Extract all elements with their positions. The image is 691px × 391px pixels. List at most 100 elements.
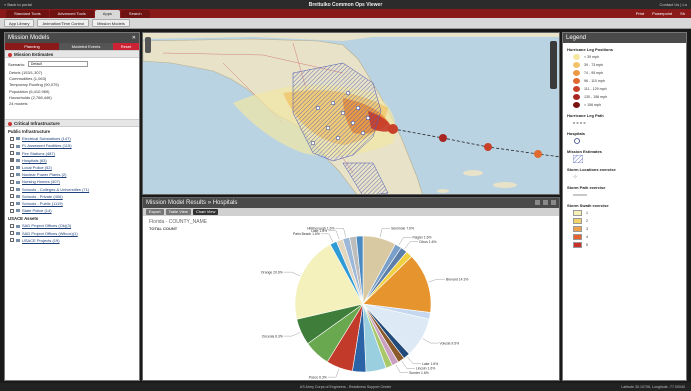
- layer-item[interactable]: Hospitals (63): [5, 157, 139, 164]
- estimate-line: 24 models: [9, 101, 28, 107]
- share-button[interactable]: Sh: [680, 11, 685, 16]
- export-button[interactable]: Export: [146, 209, 164, 215]
- pie-leader-line: [320, 233, 334, 243]
- table-view-button[interactable]: Table View: [165, 209, 191, 215]
- layer-item[interactable]: Schools - Colleges & Universities (71): [5, 186, 139, 193]
- layer-checkbox[interactable]: [10, 231, 14, 236]
- map-view[interactable]: [142, 32, 560, 195]
- layer-label[interactable]: SAD Project Offices (Ok)(3): [22, 222, 71, 229]
- estimates-legend-swatch: [563, 155, 686, 163]
- layer-label[interactable]: Hospitals (63): [22, 157, 47, 164]
- layer-item[interactable]: SAD Project Offices (Wilcox)(1): [5, 230, 139, 237]
- pie-slice-label: Citrus 1.6%: [419, 240, 437, 244]
- layer-item[interactable]: State Police (14): [5, 207, 139, 214]
- layer-checkbox[interactable]: [10, 201, 14, 206]
- layer-label[interactable]: State Police (14): [22, 207, 52, 214]
- legend-row: 3: [563, 225, 686, 233]
- minimize-icon[interactable]: [535, 200, 540, 205]
- powerpoint-button[interactable]: Powerpoint: [652, 11, 672, 16]
- scenario-select[interactable]: Default: [27, 61, 88, 67]
- critical-infrastructure-header[interactable]: Critical Infrastructure: [5, 119, 139, 128]
- pie-leader-line: [407, 356, 422, 364]
- maximize-icon[interactable]: [543, 200, 548, 205]
- public-infrastructure-label: Public Infrastructure: [8, 129, 51, 135]
- layer-checkbox[interactable]: [10, 158, 14, 163]
- reset-button[interactable]: Reset: [113, 43, 139, 50]
- layer-label[interactable]: FL Assessed Facilities (115): [22, 142, 72, 149]
- tab-standard-tools[interactable]: Standard Tools: [6, 9, 49, 18]
- collapse-icon: [8, 122, 12, 127]
- layer-checkbox[interactable]: [10, 208, 14, 213]
- animation-control-button[interactable]: Animation/Time Control: [37, 19, 90, 27]
- legend-row: 4: [563, 233, 686, 241]
- pie-leader-line: [335, 228, 347, 238]
- layer-checkbox[interactable]: [10, 136, 14, 141]
- tab-actions: Print Powerpoint Sh: [636, 11, 691, 16]
- pie-slice-label: Volusia 9.5%: [440, 341, 460, 345]
- layer-checkbox[interactable]: [10, 180, 14, 185]
- layer-item[interactable]: USACE Projects (19): [5, 237, 139, 244]
- legend-label: 5: [586, 243, 588, 247]
- pie-slice-label: Flagler 1.6%: [413, 236, 432, 240]
- layer-label[interactable]: Schools - Private (406): [22, 193, 63, 200]
- tab-search[interactable]: Search: [120, 9, 150, 18]
- layer-label[interactable]: Local Police (52): [22, 164, 52, 171]
- layer-item[interactable]: Nuclear Power Plants (2): [5, 171, 139, 178]
- layer-checkbox[interactable]: [10, 144, 14, 149]
- layer-item[interactable]: Fire Stations (487): [5, 150, 139, 157]
- print-button[interactable]: Print: [636, 11, 644, 16]
- tab-advanced-tools[interactable]: Advanced Tools: [49, 9, 94, 18]
- legend-row: 111 - 129 mph: [563, 85, 686, 93]
- layer-label[interactable]: Nuclear Power Plants (2): [22, 171, 66, 178]
- chart-view-button[interactable]: Chart View: [192, 209, 219, 215]
- layer-item[interactable]: Electrical Substations (147): [5, 135, 139, 142]
- app-library-button[interactable]: App Library: [4, 19, 35, 27]
- layer-checkbox[interactable]: [10, 172, 14, 177]
- layer-label[interactable]: Electrical Substations (147): [22, 135, 71, 142]
- layer-item[interactable]: SAD Project Offices (Ok)(3): [5, 222, 139, 229]
- pie-slice-label: Osceola 6.3%: [262, 334, 283, 338]
- pie-leader-line: [401, 360, 415, 369]
- layer-label[interactable]: SAD Project Offices (Wilcox)(1): [22, 230, 78, 237]
- layer-item[interactable]: Local Police (52): [5, 164, 139, 171]
- layer-item[interactable]: Schools - Private (406): [5, 193, 139, 200]
- layer-checkbox[interactable]: [10, 165, 14, 170]
- close-icon[interactable]: ✕: [132, 33, 136, 43]
- tab-planning[interactable]: Planning: [5, 43, 59, 50]
- layer-checkbox[interactable]: [10, 194, 14, 199]
- legend-label: 39 - 73 mph: [584, 63, 604, 67]
- layer-label[interactable]: Nursing Homes (407): [22, 178, 60, 185]
- results-title-bar: Mission Model Results » Hospitals: [143, 198, 559, 208]
- swatch-icon: [573, 234, 582, 240]
- layer-checkbox[interactable]: [10, 224, 14, 229]
- swatch-icon: [573, 218, 582, 224]
- layer-label[interactable]: Fire Stations (487): [22, 150, 55, 157]
- layer-item[interactable]: FL Assessed Facilities (115): [5, 142, 139, 149]
- pie-slice-label: Lake 1.6%: [422, 362, 438, 366]
- layer-checkbox[interactable]: [10, 151, 14, 156]
- layer-label[interactable]: Schools - Public (1119): [22, 200, 63, 207]
- tab-apps[interactable]: Apps: [94, 9, 120, 18]
- storm-swath-header: Storm Swath exercise: [567, 203, 609, 208]
- layer-label[interactable]: USACE Projects (19): [22, 237, 60, 244]
- layer-label[interactable]: Schools - Colleges & Universities (71): [22, 186, 89, 193]
- map-canvas[interactable]: [143, 33, 560, 195]
- contact-link[interactable]: Contact Us | Lo: [660, 2, 688, 7]
- swatch-icon: [573, 226, 582, 232]
- layer-checkbox[interactable]: [10, 187, 14, 192]
- critical-infrastructure-label: Critical Infrastructure: [14, 121, 60, 127]
- zoom-control[interactable]: [145, 37, 151, 53]
- mission-models-button[interactable]: Mission Models: [92, 19, 130, 27]
- legend-label: 2: [586, 219, 588, 223]
- close-icon[interactable]: [551, 200, 556, 205]
- hurricane-icon: [573, 78, 580, 84]
- tab-modeled-events[interactable]: Modeled Events: [59, 43, 113, 50]
- pie-leader-line: [327, 368, 340, 378]
- mission-estimates-header[interactable]: Mission Estimates: [5, 50, 139, 58]
- layer-item[interactable]: Nursing Homes (407): [5, 178, 139, 185]
- legend-row: 96 - 110 mph: [563, 77, 686, 85]
- layer-icon: [16, 238, 20, 242]
- layer-item[interactable]: Schools - Public (1119): [5, 200, 139, 207]
- map-tools-control[interactable]: [550, 41, 557, 89]
- layer-checkbox[interactable]: [10, 238, 14, 243]
